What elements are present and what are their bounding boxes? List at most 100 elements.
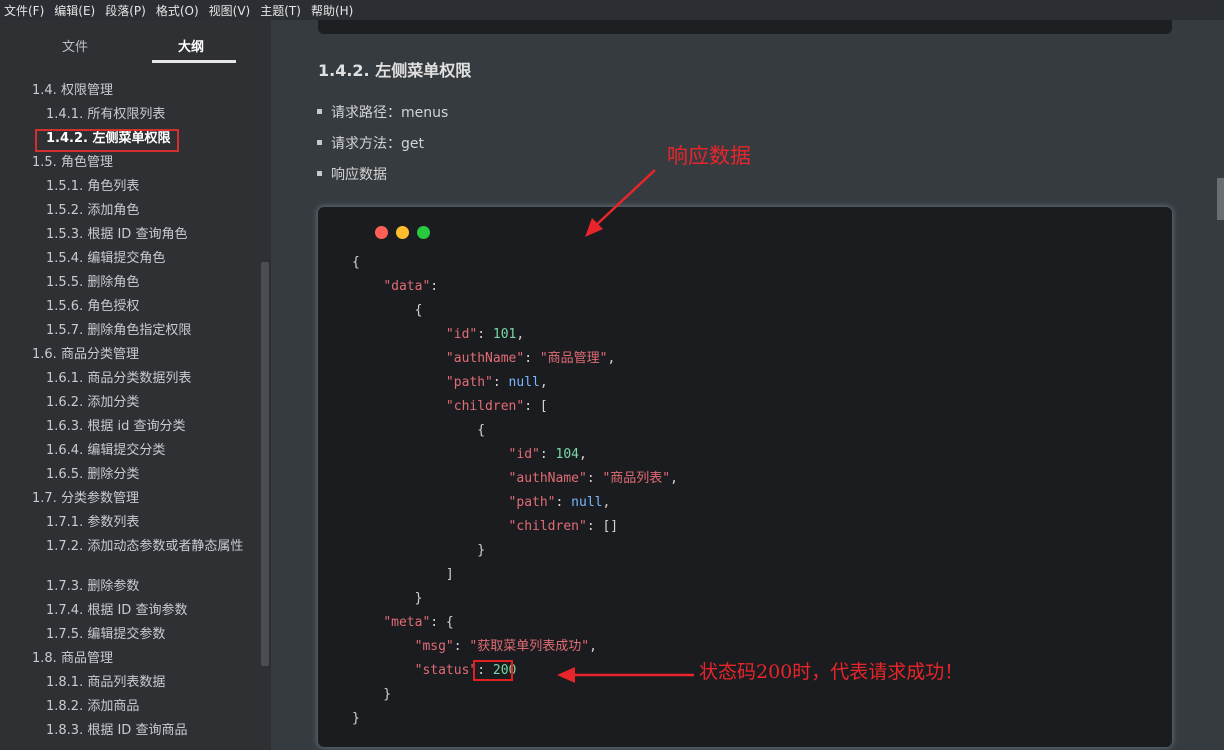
code-token: ] bbox=[352, 567, 454, 582]
code-line: "path": null, bbox=[352, 374, 548, 392]
menu-item[interactable]: 文件(F) bbox=[4, 2, 44, 19]
tab-outline[interactable]: 大纲 bbox=[178, 36, 204, 55]
menu-item[interactable]: 段落(P) bbox=[105, 2, 146, 19]
code-token: "authName" bbox=[508, 471, 587, 486]
code-token: "path" bbox=[445, 375, 493, 390]
menu-item[interactable]: 视图(V) bbox=[209, 2, 251, 19]
menu-item[interactable]: 格式(O) bbox=[156, 2, 199, 19]
code-token: "authName" bbox=[445, 351, 525, 366]
tab-files[interactable]: 文件 bbox=[62, 36, 88, 55]
outline-subsection[interactable]: 1.6.1. 商品分类数据列表 bbox=[46, 371, 191, 387]
code-token: : bbox=[430, 279, 439, 294]
outline-subsection[interactable]: 1.5.2. 添加角色 bbox=[46, 203, 139, 219]
code-token: } bbox=[352, 543, 486, 558]
code-line: "id": 104, bbox=[352, 446, 587, 464]
code-token: "path" bbox=[508, 495, 556, 510]
outline-subsection[interactable]: 1.6.2. 添加分类 bbox=[46, 395, 139, 411]
code-line: "msg": "获取菜单列表成功", bbox=[352, 638, 597, 656]
list-item: 请求方法：get bbox=[317, 133, 424, 153]
code-token: 101 bbox=[492, 327, 517, 342]
editor-area: 1.4.2. 左侧菜单权限 请求路径：menus 请求方法：get 响应数据 {… bbox=[271, 20, 1224, 750]
outline-subsection[interactable]: 1.8.3. 根据 ID 查询商品 bbox=[46, 723, 187, 739]
code-line: "authName": "商品列表", bbox=[352, 470, 678, 488]
code-token: null bbox=[508, 375, 540, 390]
code-token: "id" bbox=[445, 327, 478, 342]
outline-subsection[interactable]: 1.6.5. 删除分类 bbox=[46, 467, 139, 483]
code-token: : bbox=[555, 495, 572, 510]
list-item: 请求路径：menus bbox=[316, 102, 448, 122]
code-token: , bbox=[516, 327, 525, 342]
outline-subsection[interactable]: 1.5.7. 删除角色指定权限 bbox=[46, 323, 191, 339]
menu-item[interactable]: 帮助(H) bbox=[311, 2, 353, 19]
outline-subsection[interactable]: 1.7.1. 参数列表 bbox=[46, 515, 139, 531]
outline-subsection[interactable]: 1.5.6. 角色授权 bbox=[46, 299, 139, 315]
active-item-highlight bbox=[35, 129, 179, 152]
code-token: : bbox=[453, 639, 470, 654]
code-token: : bbox=[586, 471, 603, 486]
code-token: "children" bbox=[445, 399, 525, 414]
outline-subsection[interactable]: 1.6.4. 编辑提交分类 bbox=[46, 443, 165, 459]
outline-subsection[interactable]: 1.7.2. 添加动态参数或者静态属性 bbox=[46, 539, 246, 555]
status-highlight-box bbox=[473, 660, 513, 681]
code-token: , bbox=[607, 351, 616, 366]
code-token: "商品管理" bbox=[539, 351, 608, 366]
outline-subsection[interactable]: 1.5.1. 角色列表 bbox=[46, 179, 139, 195]
code-line: } bbox=[352, 710, 360, 728]
outline-subsection[interactable]: 1.4.1. 所有权限列表 bbox=[46, 107, 165, 123]
code-line: } bbox=[352, 686, 391, 704]
code-token: "status" bbox=[414, 663, 478, 678]
editor-scrollbar-thumb[interactable] bbox=[1217, 178, 1224, 220]
outline-subsection[interactable]: 1.8.1. 商品列表数据 bbox=[46, 675, 165, 691]
outline-section[interactable]: 1.8. 商品管理 bbox=[32, 651, 113, 667]
code-line: "data": bbox=[352, 278, 438, 296]
code-token: "id" bbox=[508, 447, 540, 462]
outline-subsection[interactable]: 1.5.5. 删除角色 bbox=[46, 275, 139, 291]
menu-bar: 文件(F) 编辑(E) 段落(P) 格式(O) 视图(V) 主题(T) 帮助(H) bbox=[0, 0, 1224, 20]
outline-subsection[interactable]: 1.7.3. 删除参数 bbox=[46, 579, 139, 595]
code-token: "获取菜单列表成功" bbox=[469, 639, 590, 654]
outline-subsection[interactable]: 1.5.3. 根据 ID 查询角色 bbox=[46, 227, 187, 243]
sidebar-scrollbar-thumb[interactable] bbox=[261, 262, 269, 666]
outline-subsection[interactable]: 1.8.2. 添加商品 bbox=[46, 699, 139, 715]
code-token: : bbox=[539, 447, 556, 462]
code-token: 104 bbox=[555, 447, 579, 462]
code-line: "path": null, bbox=[352, 494, 611, 512]
code-token: } bbox=[352, 591, 423, 606]
outline-section[interactable]: 1.5. 角色管理 bbox=[32, 155, 113, 171]
code-token: , bbox=[589, 639, 597, 654]
code-token: : bbox=[477, 327, 493, 342]
code-line: } bbox=[352, 542, 485, 560]
code-token: , bbox=[602, 495, 611, 510]
code-token: : bbox=[492, 375, 509, 390]
annotation-arrow-icon bbox=[585, 169, 656, 237]
code-token: , bbox=[670, 471, 678, 486]
code-line: { bbox=[352, 422, 485, 440]
menu-item[interactable]: 主题(T) bbox=[260, 2, 301, 19]
status-code-annotation: 状态码200时，代表请求成功！ bbox=[699, 661, 964, 683]
code-line: "meta": { bbox=[352, 614, 453, 632]
outline-section[interactable]: 1.6. 商品分类管理 bbox=[32, 347, 139, 363]
outline-subsection[interactable]: 1.7.4. 根据 ID 查询参数 bbox=[46, 603, 187, 619]
code-line: "children": [] bbox=[352, 518, 619, 536]
code-token: "msg" bbox=[414, 639, 454, 654]
menu-item[interactable]: 编辑(E) bbox=[54, 2, 95, 19]
code-token: , bbox=[539, 375, 548, 390]
code-token: } bbox=[352, 687, 392, 702]
outline-section[interactable]: 1.4. 权限管理 bbox=[32, 83, 113, 99]
outline-subsection[interactable]: 1.5.4. 编辑提交角色 bbox=[46, 251, 165, 267]
sidebar: 文件 大纲 1.4. 权限管理 1.4.1. 所有权限列表 1.4.2. 左侧菜单权… bbox=[0, 20, 271, 750]
outline-subsection[interactable]: 1.7.5. 编辑提交参数 bbox=[46, 627, 165, 643]
outline-subsection[interactable]: 1.6.3. 根据 id 查询分类 bbox=[46, 419, 185, 435]
list-item: 响应数据 bbox=[317, 164, 387, 184]
outline-section[interactable]: 1.7. 分类参数管理 bbox=[32, 491, 139, 507]
code-token: { bbox=[352, 255, 360, 270]
window-close-dot-icon bbox=[375, 226, 388, 239]
